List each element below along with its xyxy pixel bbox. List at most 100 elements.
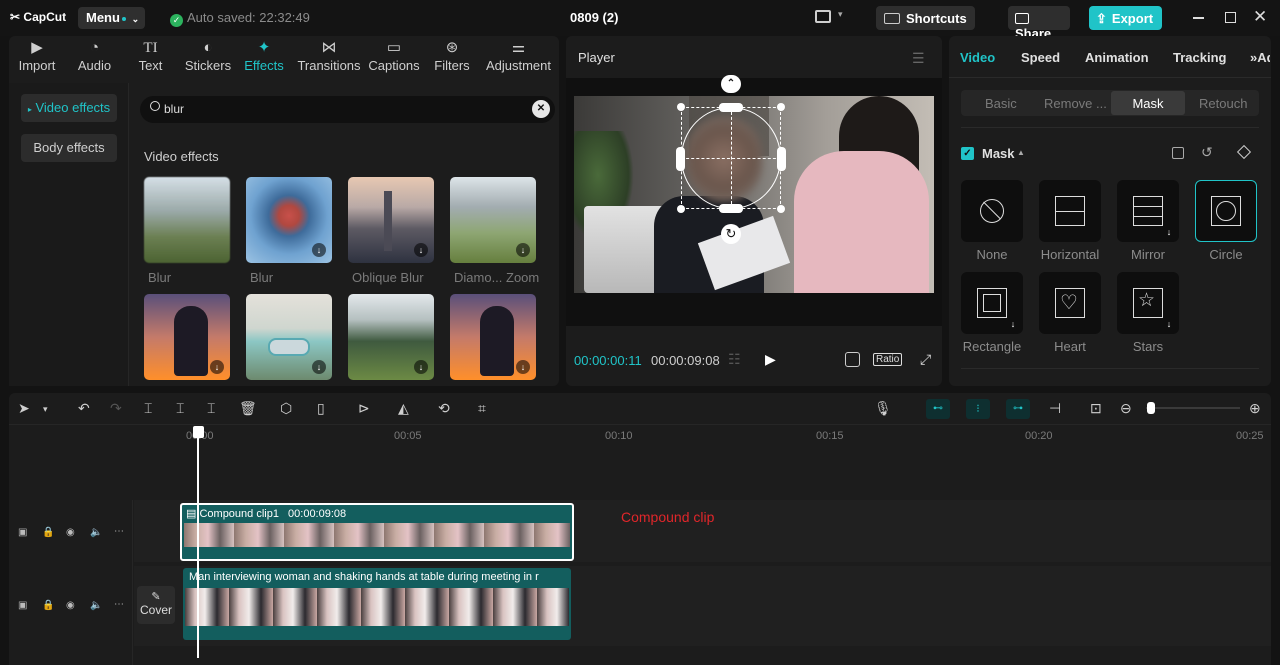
zoom-out-icon[interactable]: ⊖ (1120, 400, 1132, 417)
tab-import[interactable]: ▶ Import (12, 38, 62, 73)
effect-thumb-6[interactable]: ↓ (246, 294, 332, 380)
sidebar-item-video-effects[interactable]: ▸ Video effects (21, 94, 117, 122)
download-icon[interactable]: ↓ (312, 360, 326, 374)
download-icon[interactable]: ↓ (210, 360, 224, 374)
sidebar-item-body-effects[interactable]: Body effects (21, 134, 117, 162)
ratio-button[interactable]: Ratio (873, 353, 903, 366)
subtab-remove[interactable]: Remove ... (1044, 96, 1107, 111)
collapse-icon[interactable]: ▲ (1017, 148, 1025, 157)
search-input[interactable]: blur ✕ (140, 96, 555, 123)
delete-icon[interactable]: 🗑 (239, 400, 257, 417)
cover-button[interactable]: ✎ Cover (137, 586, 175, 624)
mask-corner-tr[interactable] (777, 103, 785, 111)
effect-thumb-blur-2[interactable]: ↓ (246, 177, 332, 263)
rotate-icon[interactable]: ⟲ (438, 400, 450, 417)
track-1-more-icon[interactable]: ⋯ (114, 526, 124, 537)
mask-option-circle[interactable] (1195, 180, 1257, 242)
preview-axis-icon[interactable]: ⊣ (1049, 400, 1061, 417)
main-video-clip[interactable]: Man interviewing woman and shaking hands… (183, 568, 571, 640)
track-1-audio-icon[interactable]: 🔈 (90, 527, 102, 538)
split-icon[interactable]: ⌶ (144, 400, 152, 417)
download-icon[interactable]: ↓ (1006, 317, 1020, 331)
tab-transitions[interactable]: ⋈ Transitions (296, 38, 362, 73)
freeze-icon[interactable]: ▯ (317, 400, 325, 417)
mirror-icon[interactable]: ◭ (398, 400, 409, 417)
tab-stickers[interactable]: ◐ Stickers (182, 38, 234, 73)
layout-chevron-icon[interactable]: ▾ (838, 9, 843, 20)
mask-option-none[interactable] (961, 180, 1023, 242)
crop-icon[interactable]: ⌗ (478, 400, 486, 417)
microphone-icon[interactable]: 🎙 (874, 400, 892, 417)
effect-thumb-5[interactable]: ↓ (144, 294, 230, 380)
export-button[interactable]: ⇪ Export (1089, 6, 1162, 30)
tab-adjustment[interactable]: ⚌ Adjustment (482, 38, 555, 73)
effect-thumb-oblique-blur[interactable]: ↓ (348, 177, 434, 263)
mask-option-mirror[interactable]: ↓ (1117, 180, 1179, 242)
split-right-icon[interactable]: ⌶ (207, 400, 215, 417)
shortcuts-button[interactable]: Shortcuts (876, 6, 975, 30)
fullscreen-capture-icon[interactable] (845, 352, 860, 367)
tab-speed[interactable]: Speed (1021, 50, 1060, 65)
tab-audio[interactable]: ◔ Audio (72, 38, 117, 73)
player-menu-icon[interactable]: ☰ (912, 50, 925, 67)
mask-checkbox[interactable]: ✓ (961, 147, 974, 160)
tab-adjust[interactable]: »Adj (1250, 50, 1270, 65)
mask-handle-left[interactable] (676, 147, 685, 171)
mask-rotate-icon[interactable]: ↻ (721, 224, 741, 244)
shield-icon[interactable]: ⬡ (280, 400, 292, 417)
track-2-more-icon[interactable]: ⋯ (114, 599, 124, 610)
download-icon[interactable]: ↓ (516, 243, 530, 257)
effect-thumb-7[interactable]: ↓ (348, 294, 434, 380)
track-1-lock-icon[interactable]: 🔒 (42, 527, 54, 538)
effect-thumb-diamond-zoom[interactable]: ↓ (450, 177, 536, 263)
linkage-icon[interactable]: ⊶ (1006, 399, 1030, 419)
layout-icon[interactable] (815, 10, 831, 23)
fullscreen-icon[interactable]: ⤢ (920, 351, 931, 368)
reverse-icon[interactable]: ⊳ (358, 400, 370, 417)
tab-captions[interactable]: ▭ Captions (366, 38, 422, 73)
undo-icon[interactable]: ↶ (78, 400, 90, 417)
mask-handle-right[interactable] (777, 147, 786, 171)
track-2-audio-icon[interactable]: 🔈 (90, 600, 102, 611)
mask-option-horizontal[interactable] (1039, 180, 1101, 242)
download-icon[interactable]: ↓ (414, 360, 428, 374)
download-icon[interactable]: ↓ (414, 243, 428, 257)
mask-option-stars[interactable]: ☆ ↓ (1117, 272, 1179, 334)
subtab-basic[interactable]: Basic (985, 96, 1017, 111)
track-2-video-icon[interactable]: ▣ (18, 600, 27, 611)
track-2-lock-icon[interactable]: 🔒 (42, 600, 54, 611)
minimize-icon[interactable] (1193, 17, 1204, 19)
auto-snap-icon[interactable]: ⁝ (966, 399, 990, 419)
split-left-icon[interactable]: ⌶ (176, 400, 184, 417)
compound-clip[interactable]: ▤ Compound clip1 00:00:09:08 (180, 503, 574, 561)
playhead-line[interactable] (197, 438, 199, 658)
zoom-slider-handle[interactable] (1147, 402, 1155, 414)
select-tool-chevron-icon[interactable]: ▾ (43, 404, 48, 415)
tab-animation[interactable]: Animation (1085, 50, 1149, 65)
tab-video[interactable]: Video (960, 50, 995, 65)
tab-tracking[interactable]: Tracking (1173, 50, 1226, 65)
subtab-retouch[interactable]: Retouch (1199, 96, 1247, 111)
effect-thumb-blur-1[interactable] (144, 177, 230, 263)
select-tool-icon[interactable]: ➤ (18, 400, 30, 417)
maximize-icon[interactable] (1225, 12, 1236, 23)
mask-handle-bottom[interactable] (719, 204, 743, 213)
close-icon[interactable]: ✕ (1253, 7, 1267, 27)
track-1-video-icon[interactable]: ▣ (18, 527, 27, 538)
play-icon[interactable]: ▶ (765, 351, 776, 368)
mask-corner-bl[interactable] (677, 205, 685, 213)
download-icon[interactable]: ↓ (312, 243, 326, 257)
menu-button[interactable]: Menu ⌄ (78, 7, 145, 29)
tab-text[interactable]: TI Text (128, 38, 173, 73)
zoom-in-icon[interactable]: ⊕ (1249, 400, 1261, 417)
invert-mask-icon[interactable] (1172, 147, 1184, 159)
mask-option-heart[interactable]: ♡ (1039, 272, 1101, 334)
zoom-fit-icon[interactable]: ⊡ (1090, 400, 1102, 417)
track-2-visibility-icon[interactable]: ◉ (66, 600, 75, 611)
mask-feather-icon[interactable]: ⌃ (721, 75, 741, 93)
redo-icon[interactable]: ↷ (110, 400, 122, 417)
mask-handle-top[interactable] (719, 103, 743, 112)
download-icon[interactable]: ↓ (1162, 317, 1176, 331)
download-icon[interactable]: ↓ (516, 360, 530, 374)
zoom-slider-track[interactable] (1146, 407, 1240, 409)
